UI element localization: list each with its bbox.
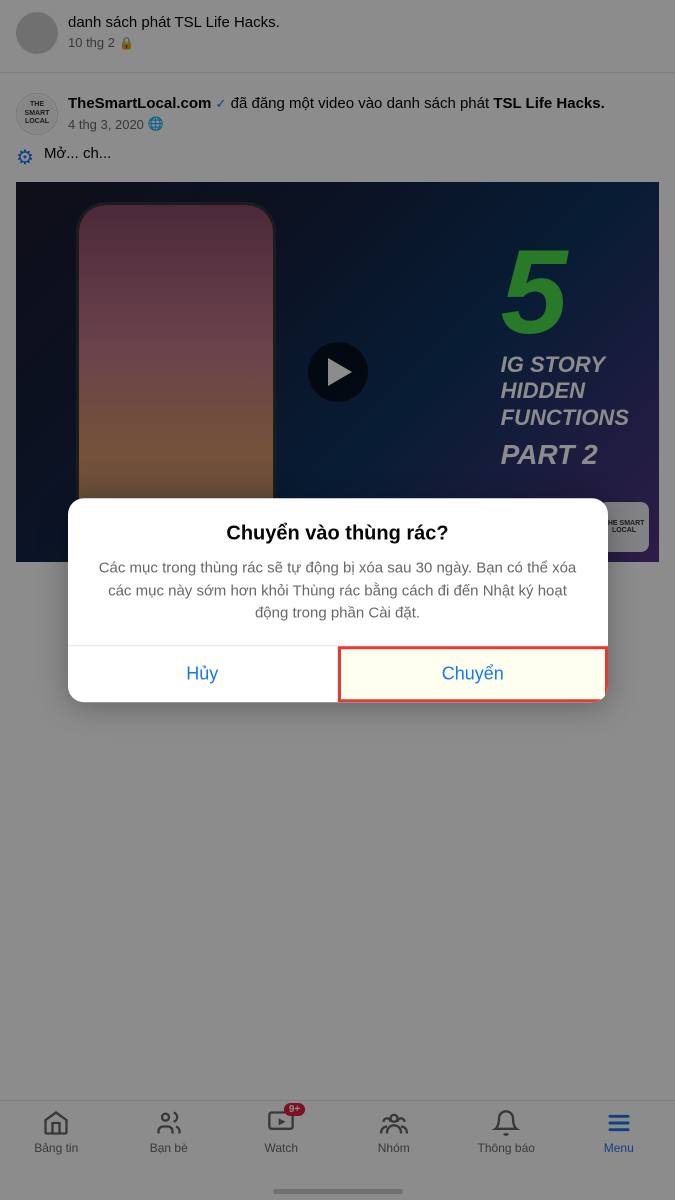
dialog-message: Các mục trong thùng rác sẽ tự động bị xó… bbox=[92, 557, 584, 625]
cancel-button[interactable]: Hủy bbox=[68, 646, 338, 702]
dialog-body: Chuyển vào thùng rác? Các mục trong thùn… bbox=[68, 498, 608, 625]
dialog-title: Chuyển vào thùng rác? bbox=[92, 522, 584, 545]
confirm-button[interactable]: Chuyển bbox=[338, 646, 608, 702]
confirm-dialog: Chuyển vào thùng rác? Các mục trong thùn… bbox=[68, 498, 608, 702]
dialog-buttons: Hủy Chuyển bbox=[68, 646, 608, 702]
